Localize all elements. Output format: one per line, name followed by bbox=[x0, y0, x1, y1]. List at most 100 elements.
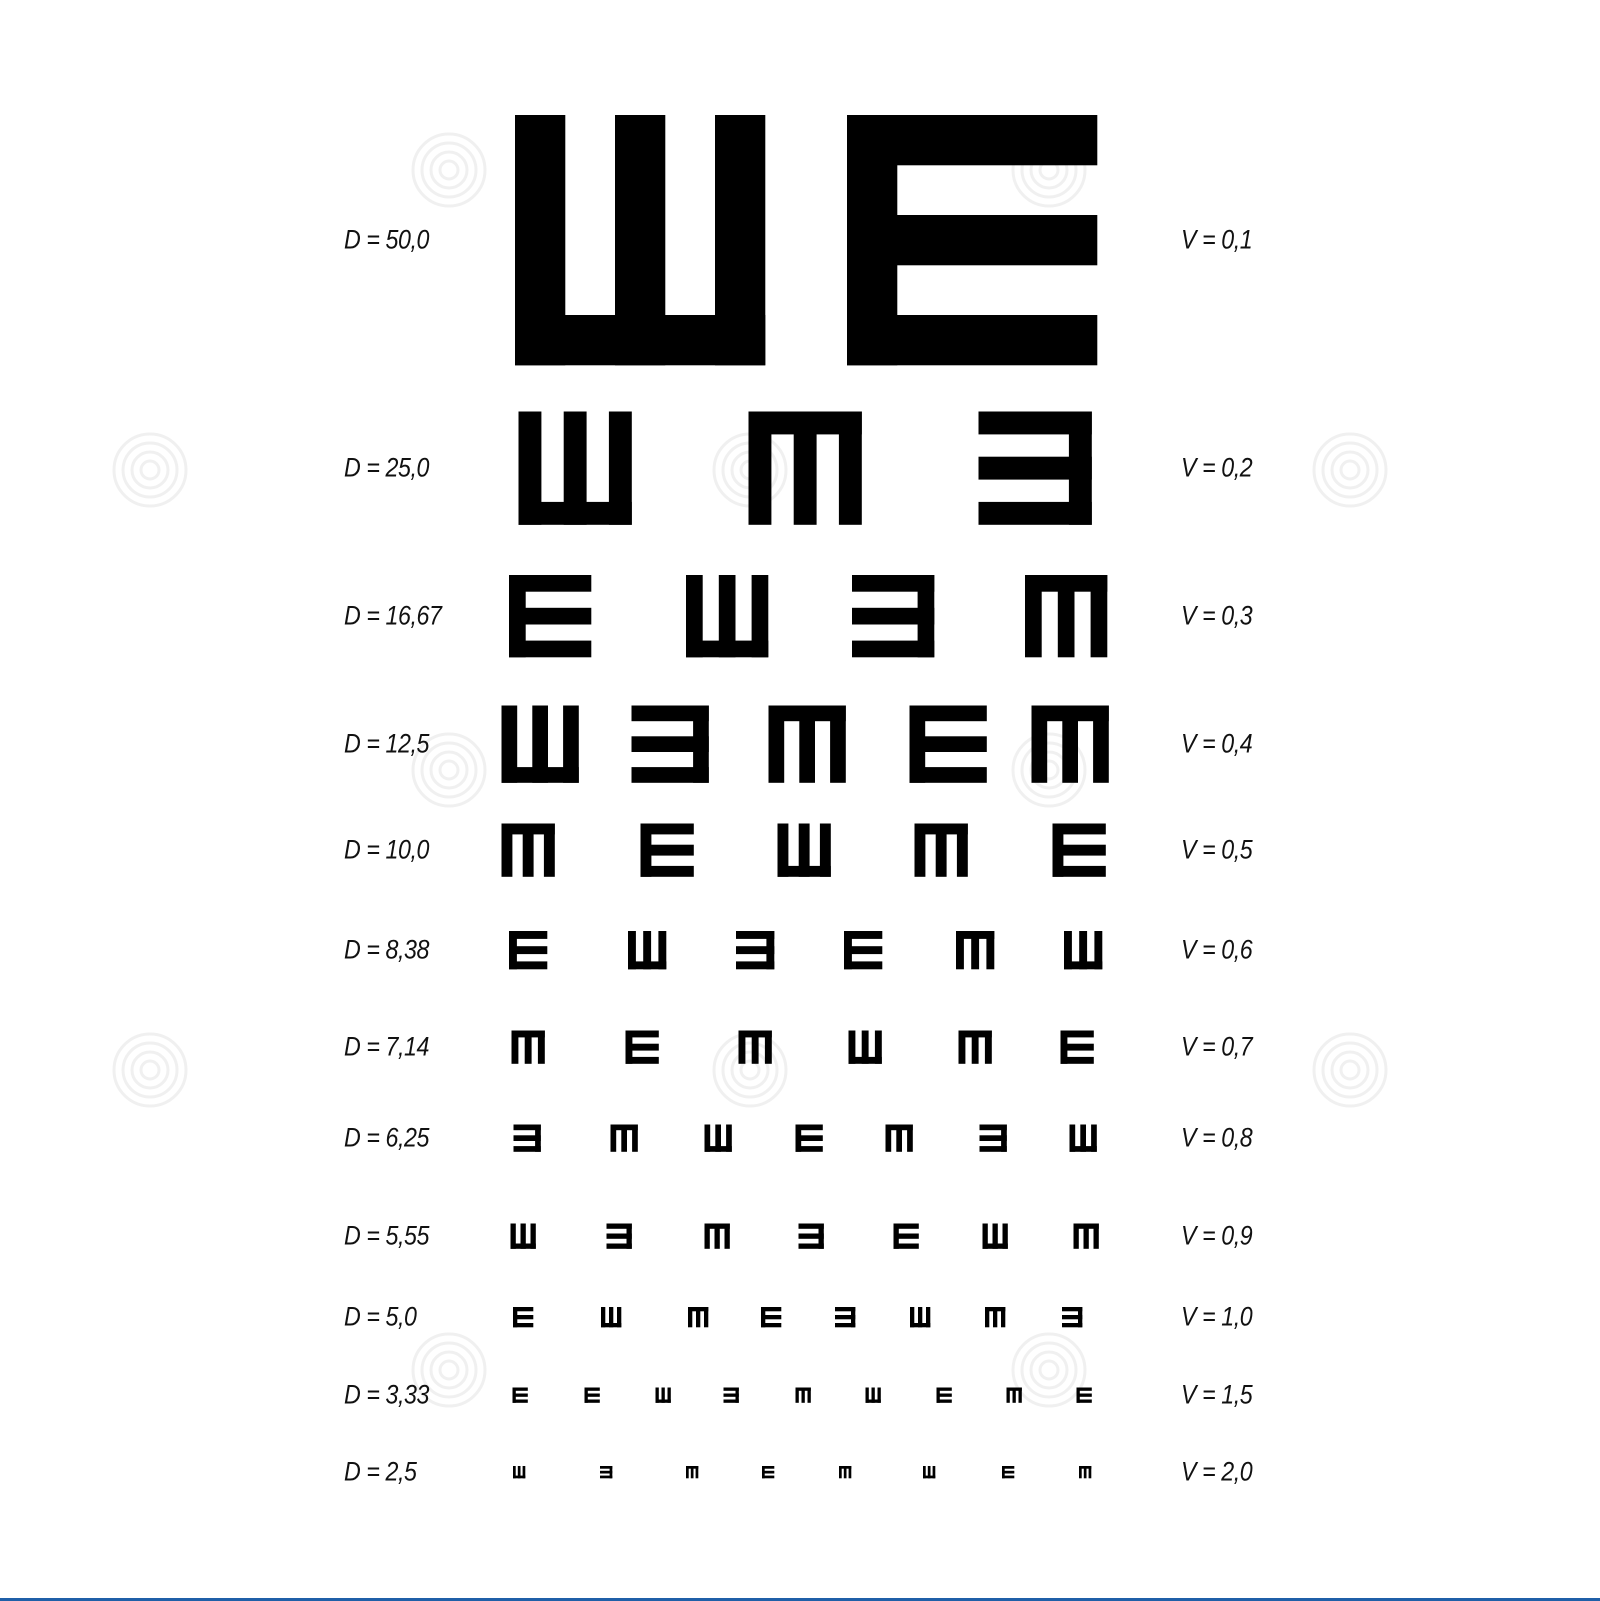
optotype-r9-1 bbox=[510, 1223, 536, 1249]
optotype-r10-5 bbox=[835, 1307, 856, 1328]
optotype-r11-3 bbox=[655, 1387, 671, 1403]
distance-label: D = 10,0 bbox=[344, 834, 429, 865]
distance-label: D = 5,0 bbox=[344, 1301, 417, 1332]
optotype-r9-5 bbox=[893, 1223, 919, 1249]
optotype-r12-1 bbox=[513, 1466, 526, 1479]
watermark-spiral-icon bbox=[112, 1032, 188, 1108]
optotype-r4-3 bbox=[768, 705, 846, 783]
acuity-label: V = 0,5 bbox=[1181, 834, 1253, 865]
acuity-label: V = 1,5 bbox=[1181, 1379, 1253, 1410]
optotype-r6-4 bbox=[844, 931, 883, 970]
optotype-r3-2 bbox=[686, 575, 769, 658]
optotype-r1-2 bbox=[847, 115, 1098, 366]
watermark-spiral-icon bbox=[1011, 1332, 1087, 1408]
distance-label: D = 6,25 bbox=[344, 1122, 429, 1153]
optotype-r4-1 bbox=[501, 705, 579, 783]
optotype-r8-5 bbox=[885, 1124, 913, 1152]
optotype-r8-4 bbox=[795, 1124, 823, 1152]
watermark-spiral-icon bbox=[1312, 1032, 1388, 1108]
optotype-r6-3 bbox=[736, 931, 775, 970]
acuity-label: V = 0,1 bbox=[1181, 224, 1253, 255]
optotype-r5-4 bbox=[914, 823, 968, 877]
distance-label: D = 25,0 bbox=[344, 452, 429, 483]
optotype-r3-3 bbox=[852, 575, 935, 658]
optotype-r11-6 bbox=[865, 1387, 881, 1403]
optotype-r11-5 bbox=[795, 1387, 811, 1403]
optotype-r11-2 bbox=[584, 1387, 600, 1403]
optotype-r8-2 bbox=[610, 1124, 638, 1152]
distance-label: D = 12,5 bbox=[344, 728, 429, 759]
optotype-r12-8 bbox=[1079, 1466, 1092, 1479]
distance-label: D = 7,14 bbox=[344, 1031, 429, 1062]
optotype-r10-1 bbox=[513, 1307, 534, 1328]
optotype-r12-3 bbox=[686, 1466, 699, 1479]
optotype-r2-1 bbox=[518, 411, 632, 525]
optotype-r11-4 bbox=[723, 1387, 739, 1403]
optotype-r8-6 bbox=[979, 1124, 1007, 1152]
optotype-r4-5 bbox=[1031, 705, 1109, 783]
optotype-r8-3 bbox=[704, 1124, 732, 1152]
optotype-r11-8 bbox=[1006, 1387, 1022, 1403]
optotype-r7-4 bbox=[848, 1030, 882, 1064]
acuity-label: V = 2,0 bbox=[1181, 1456, 1253, 1487]
optotype-r2-2 bbox=[748, 411, 862, 525]
optotype-r10-4 bbox=[761, 1307, 782, 1328]
optotype-r10-8 bbox=[1062, 1307, 1083, 1328]
optotype-r3-1 bbox=[509, 575, 592, 658]
optotype-r12-2 bbox=[600, 1466, 613, 1479]
optotype-r9-7 bbox=[1073, 1223, 1099, 1249]
optotype-r8-1 bbox=[513, 1124, 541, 1152]
optotype-r9-4 bbox=[798, 1223, 824, 1249]
optotype-r5-5 bbox=[1052, 823, 1106, 877]
optotype-r9-2 bbox=[606, 1223, 632, 1249]
distance-label: D = 50,0 bbox=[344, 224, 429, 255]
optotype-r4-2 bbox=[631, 705, 709, 783]
optotype-r10-2 bbox=[601, 1307, 622, 1328]
eye-chart bbox=[0, 115, 1600, 1601]
acuity-label: V = 0,6 bbox=[1181, 934, 1253, 965]
optotype-r7-1 bbox=[511, 1030, 545, 1064]
optotype-r5-2 bbox=[640, 823, 694, 877]
optotype-r6-1 bbox=[509, 931, 548, 970]
watermark-spiral-icon bbox=[411, 132, 487, 208]
acuity-label: V = 0,8 bbox=[1181, 1122, 1253, 1153]
optotype-r9-6 bbox=[982, 1223, 1008, 1249]
optotype-r11-7 bbox=[936, 1387, 952, 1403]
optotype-r8-7 bbox=[1069, 1124, 1097, 1152]
optotype-r7-2 bbox=[625, 1030, 659, 1064]
distance-label: D = 8,38 bbox=[344, 934, 429, 965]
optotype-r5-1 bbox=[501, 823, 555, 877]
watermark-spiral-icon bbox=[112, 432, 188, 508]
optotype-r12-5 bbox=[839, 1466, 852, 1479]
optotype-r6-2 bbox=[628, 931, 667, 970]
acuity-label: V = 0,7 bbox=[1181, 1031, 1253, 1062]
optotype-r10-3 bbox=[688, 1307, 709, 1328]
distance-label: D = 5,55 bbox=[344, 1220, 429, 1251]
acuity-label: V = 0,2 bbox=[1181, 452, 1253, 483]
acuity-label: V = 0,3 bbox=[1181, 600, 1253, 631]
optotype-r6-5 bbox=[956, 931, 995, 970]
acuity-label: V = 0,4 bbox=[1181, 728, 1253, 759]
optotype-r12-7 bbox=[1002, 1466, 1015, 1479]
distance-label: D = 2,5 bbox=[344, 1456, 417, 1487]
optotype-r12-6 bbox=[923, 1466, 936, 1479]
distance-label: D = 16,67 bbox=[344, 600, 442, 631]
distance-label: D = 3,33 bbox=[344, 1379, 429, 1410]
optotype-r7-6 bbox=[1060, 1030, 1094, 1064]
optotype-r12-4 bbox=[762, 1466, 775, 1479]
optotype-r6-6 bbox=[1064, 931, 1103, 970]
acuity-label: V = 0,9 bbox=[1181, 1220, 1253, 1251]
watermark-spiral-icon bbox=[712, 1032, 788, 1108]
optotype-r1-1 bbox=[515, 115, 766, 366]
optotype-r10-7 bbox=[985, 1307, 1006, 1328]
optotype-r5-3 bbox=[777, 823, 831, 877]
optotype-r7-5 bbox=[958, 1030, 992, 1064]
optotype-r10-6 bbox=[910, 1307, 931, 1328]
optotype-r4-4 bbox=[909, 705, 987, 783]
optotype-r3-4 bbox=[1025, 575, 1108, 658]
optotype-r11-9 bbox=[1076, 1387, 1092, 1403]
optotype-r9-3 bbox=[704, 1223, 730, 1249]
optotype-r7-3 bbox=[738, 1030, 772, 1064]
optotype-r2-3 bbox=[978, 411, 1092, 525]
acuity-label: V = 1,0 bbox=[1181, 1301, 1253, 1332]
